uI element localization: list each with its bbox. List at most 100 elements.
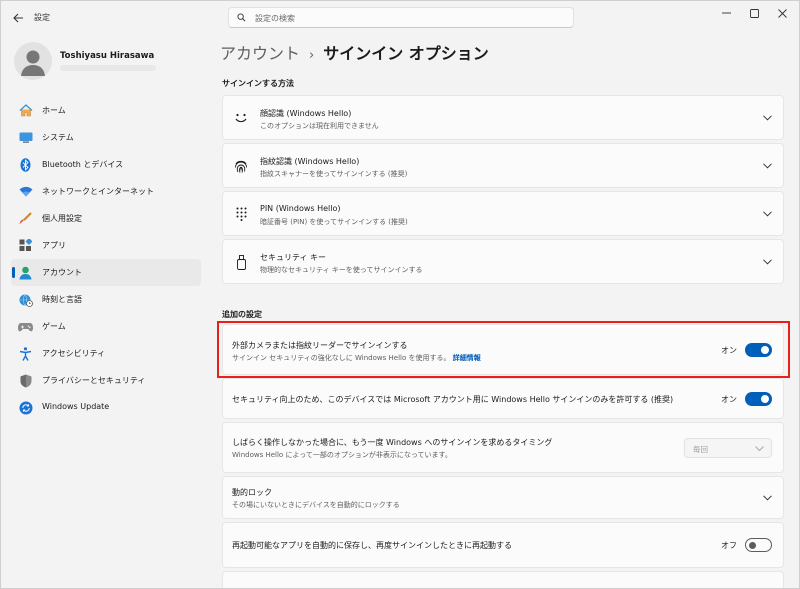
card-title: セキュリティ向上のため、このデバイスでは Microsoft アカウント用に W… [232,395,674,404]
sidebar-item-gaming[interactable]: ゲーム [11,313,201,340]
close-icon[interactable] [769,5,795,21]
search-input[interactable] [255,11,555,25]
fingerprint-card[interactable]: 指紋認識 (Windows Hello) 指紋スキャナーを使ってサインインする … [222,143,784,188]
chevron-down-icon[interactable] [762,114,772,122]
sidebar-item-label: アプリ [42,241,66,250]
sidebar-item-apps[interactable]: アプリ [11,232,201,259]
toggle-knob [761,395,769,403]
shield-icon [18,373,33,388]
user-profile[interactable]: Toshiyasu Hirasawa [14,42,214,82]
chevron-down-icon [755,446,764,452]
sidebar-item-label: Bluetooth とデバイス [42,160,124,169]
globe-clock-icon [18,292,33,307]
dropdown-value: 毎回 [693,445,708,454]
wifi-icon [18,184,33,199]
gamepad-icon [18,319,33,334]
next-setting-card-partial [222,571,784,588]
card-title: 動的ロック [232,488,272,497]
card-title: セキュリティ キー [260,253,327,262]
sidebar-item-label: 個人用設定 [42,214,82,223]
sidebar-item-accessibility[interactable]: アクセシビリティ [11,340,201,367]
card-title: 再起動可能なアプリを自動的に保存し、再度サインインしたときに再起動する [232,541,512,550]
sidebar-item-accounts[interactable]: アカウント [11,259,201,286]
sidebar-nav: ホーム システム Bluetooth とデバイス ネットワークとインターネット … [11,97,201,421]
bluetooth-icon [18,157,33,172]
apps-icon [18,238,33,253]
breadcrumb-parent[interactable]: アカウント [220,44,300,63]
card-title: PIN (Windows Hello) [260,204,341,213]
card-description: 物理的なセキュリティ キーを使ってサインインする [260,266,423,274]
windows-update-icon [18,400,33,415]
fingerprint-icon [232,157,250,175]
back-arrow-icon[interactable] [8,9,28,27]
sidebar-item-label: システム [42,133,74,142]
sidebar-item-privacy[interactable]: プライバシーとセキュリティ [11,367,201,394]
settings-window: 設定 Toshiyasu Hirasawa ホーム [0,0,800,589]
brush-icon [18,211,33,226]
person-avatar-icon [14,42,52,80]
card-description: その場にいないときにデバイスを自動的にロックする [232,501,400,509]
home-icon [18,103,33,118]
usb-key-icon [232,253,250,271]
breadcrumb: アカウント › サインイン オプション [220,40,489,64]
account-icon [18,265,33,280]
card-title: 顔認識 (Windows Hello) [260,109,352,118]
maximize-icon[interactable] [741,5,767,21]
pin-keypad-icon [232,205,250,223]
restart-apps-toggle[interactable] [745,538,772,552]
card-title: 指紋認識 (Windows Hello) [260,157,360,166]
toggle-state-label: オフ [721,541,737,550]
card-title: しばらく操作しなかった場合に、もう一度 Windows へのサインインを求めるタ… [232,438,553,447]
sidebar-item-label: Windows Update [42,402,110,411]
restart-apps-setting-card: 再起動可能なアプリを自動的に保存し、再度サインインしたときに再起動する オフ [222,522,784,568]
section-heading-signin-methods: サインインする方法 [222,79,294,88]
page-title: サインイン オプション [323,44,489,63]
card-description: このオプションは現在利用できません [260,122,379,130]
system-icon [18,130,33,145]
chevron-down-icon[interactable] [762,494,772,502]
sidebar-item-label: 時刻と言語 [42,295,82,304]
search-box[interactable] [228,7,574,28]
sidebar-item-label: プライバシーとセキュリティ [42,376,146,385]
sidebar-item-bluetooth[interactable]: Bluetooth とデバイス [11,151,201,178]
red-highlight-box [217,321,790,378]
sidebar-item-label: ホーム [42,106,66,115]
sidebar-item-label: アクセシビリティ [42,349,106,358]
security-key-card[interactable]: セキュリティ キー 物理的なセキュリティ キーを使ってサインインする [222,239,784,284]
face-icon [232,109,250,127]
user-email-redacted [60,65,156,71]
sidebar-item-label: ゲーム [42,322,66,331]
minimize-icon[interactable] [713,5,739,21]
sidebar-item-personalization[interactable]: 個人用設定 [11,205,201,232]
breadcrumb-separator: › [309,48,315,63]
sidebar-item-home[interactable]: ホーム [11,97,201,124]
sidebar-item-time-language[interactable]: 時刻と言語 [11,286,201,313]
card-description: 指紋スキャナーを使ってサインインする (推奨) [260,170,408,178]
require-signin-setting-card: しばらく操作しなかった場合に、もう一度 Windows へのサインインを求めるタ… [222,422,784,473]
hello-only-setting-card: セキュリティ向上のため、このデバイスでは Microsoft アカウント用に W… [222,378,784,419]
face-recognition-card[interactable]: 顔認識 (Windows Hello) このオプションは現在利用できません [222,95,784,140]
sidebar-item-windows-update[interactable]: Windows Update [11,394,201,421]
card-description: 暗証番号 (PIN) を使ってサインインする (推奨) [260,218,408,226]
hello-only-toggle[interactable] [745,392,772,406]
app-title: 設定 [34,13,50,22]
sidebar-item-label: ネットワークとインターネット [42,187,154,196]
chevron-down-icon[interactable] [762,162,772,170]
title-bar: 設定 [1,1,799,35]
require-signin-dropdown[interactable]: 毎回 [684,438,772,458]
sidebar-item-network[interactable]: ネットワークとインターネット [11,178,201,205]
active-indicator [12,267,15,278]
section-heading-additional-settings: 追加の設定 [222,310,262,319]
sidebar-item-system[interactable]: システム [11,124,201,151]
accessibility-icon [18,346,33,361]
pin-card[interactable]: PIN (Windows Hello) 暗証番号 (PIN) を使ってサインイン… [222,191,784,236]
user-name: Toshiyasu Hirasawa [60,51,155,61]
chevron-down-icon[interactable] [762,258,772,266]
toggle-knob [749,541,756,549]
toggle-state-label: オン [721,395,737,404]
sidebar-item-label: アカウント [42,268,82,277]
chevron-down-icon[interactable] [762,210,772,218]
card-description: Windows Hello によって一部のオプションが非表示になっています。 [232,451,452,459]
search-icon [237,13,246,22]
dynamic-lock-card[interactable]: 動的ロック その場にいないときにデバイスを自動的にロックする [222,476,784,519]
